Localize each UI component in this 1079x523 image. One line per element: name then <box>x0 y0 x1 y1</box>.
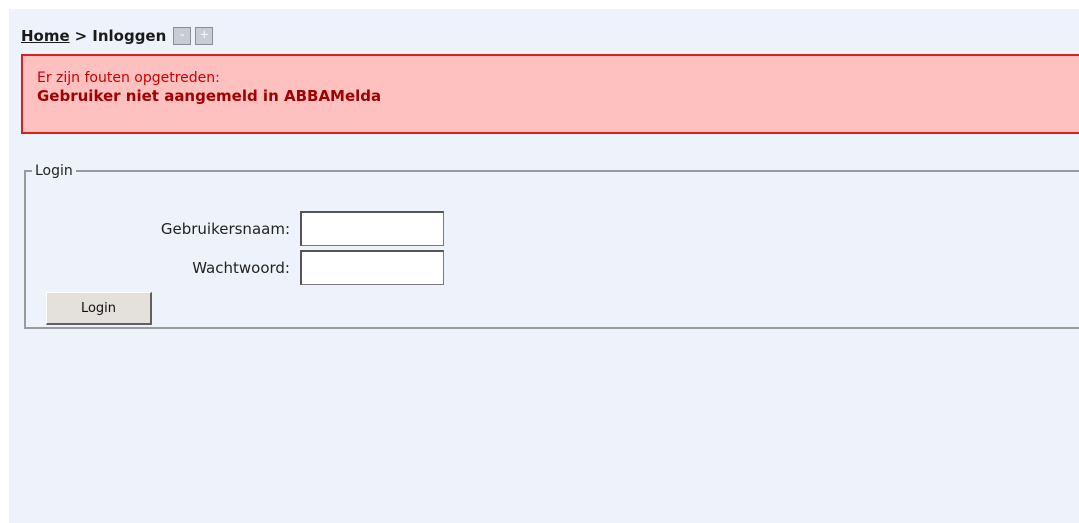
username-label: Gebruikersnaam: <box>160 219 290 238</box>
breadcrumb-separator: > <box>74 27 88 45</box>
login-legend: Login <box>35 163 73 179</box>
breadcrumb-home-link[interactable]: Home <box>21 27 70 45</box>
page-content: Home > Inloggen - + Er zijn fouten opget… <box>9 9 1079 523</box>
login-fieldset: Login Gebruikersnaam: Wachtwoord: Login <box>24 163 1079 329</box>
password-row: Wachtwoord: <box>50 250 444 285</box>
password-label: Wachtwoord: <box>192 258 290 277</box>
zoom-out-button[interactable]: - <box>173 27 192 45</box>
username-row: Gebruikersnaam: <box>50 211 444 246</box>
error-box: Er zijn fouten opgetreden: Gebruiker nie… <box>21 54 1079 134</box>
password-input[interactable] <box>300 250 444 285</box>
error-title: Er zijn fouten opgetreden: <box>37 70 220 86</box>
zoom-in-button[interactable]: + <box>195 27 214 45</box>
error-message: Gebruiker niet aangemeld in ABBAMelda <box>37 87 382 105</box>
login-button[interactable]: Login <box>46 292 152 325</box>
breadcrumb-current: Inloggen <box>92 27 167 45</box>
breadcrumb: Home > Inloggen - + <box>21 25 214 47</box>
username-input[interactable] <box>300 211 444 246</box>
